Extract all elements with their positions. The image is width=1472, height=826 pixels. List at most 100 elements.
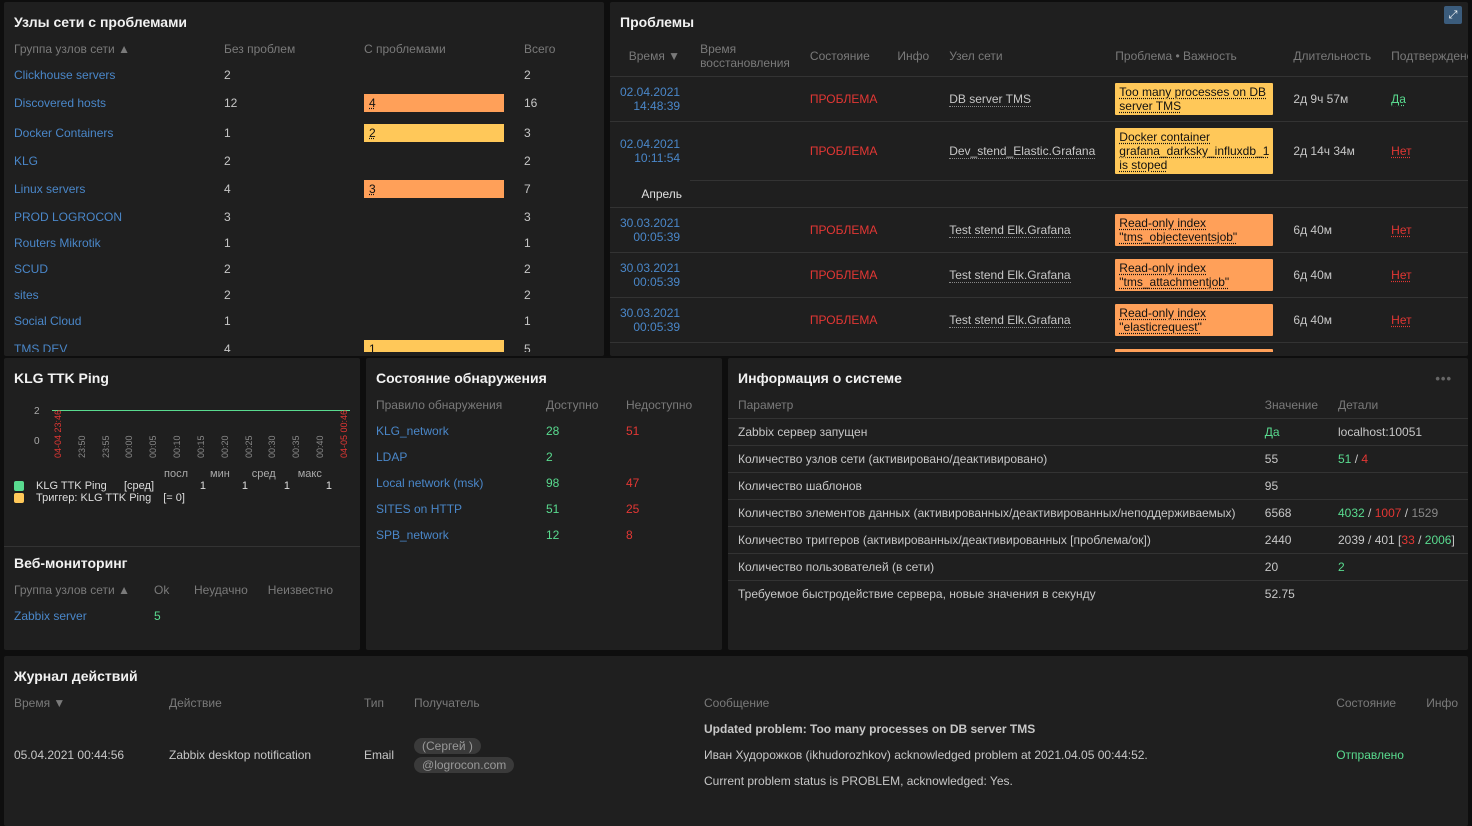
table-header-row: Время ▼ Время восстановления Состояние И… (610, 36, 1468, 77)
col-state[interactable]: Состояние (1326, 690, 1416, 716)
problem-name[interactable]: Too many processes on DB server TMS (1105, 77, 1283, 122)
fullscreen-icon[interactable]: ⤢ (1444, 6, 1462, 24)
problem-host-link[interactable]: Test stend Elk.Grafana (939, 297, 1105, 342)
problem-time-link[interactable]: 02.04.2021 10:11:54 (610, 122, 690, 181)
hostgroup-link[interactable]: Routers Mikrotik (4, 230, 214, 256)
problem-ack-link[interactable]: Нет (1381, 122, 1468, 181)
col-action[interactable]: Действие (159, 690, 354, 716)
problems-bar[interactable]: 1 (354, 334, 514, 352)
problem-host-link[interactable]: Test stend Elk.Grafana (939, 252, 1105, 297)
problem-time-link[interactable]: 30.03.2021 00:05:39 (610, 207, 690, 252)
rule-link[interactable]: SITES on HTTP (366, 496, 536, 522)
col-info[interactable]: Инфо (1416, 690, 1468, 716)
table-row: Количество пользователей (в сети) 20 2 (728, 554, 1468, 581)
rule-link[interactable]: Local network (msk) (366, 470, 536, 496)
col-state[interactable]: Состояние (800, 36, 887, 77)
col-total[interactable]: Всего (514, 36, 604, 62)
problem-name[interactable]: Read-only index "elasticrequest" (1105, 297, 1283, 342)
col-duration[interactable]: Длительность (1283, 36, 1381, 77)
table-row: Discovered hosts 12 4 16 (4, 88, 604, 118)
problem-ack-link[interactable]: Да (1381, 77, 1468, 122)
hostgroup-link[interactable]: sites (4, 282, 214, 308)
problem-ack-link[interactable]: Нет (1381, 297, 1468, 342)
problem-time-link[interactable]: 02.04.2021 14:48:39 (610, 77, 690, 122)
problem-name[interactable]: Read-only index "tms_objecteventsjob" (1105, 207, 1283, 252)
rule-link[interactable]: KLG_network (366, 418, 536, 444)
info-value: Да (1255, 419, 1328, 446)
chart-line-series (52, 410, 350, 411)
col-noproblems[interactable]: Без проблем (214, 36, 354, 62)
problems-bar[interactable]: 3 (354, 174, 514, 204)
problem-name[interactable]: Read-only index "tms_attachmentjob" (1105, 252, 1283, 297)
col-problems[interactable]: С проблемами (354, 36, 514, 62)
hostgroup-link[interactable]: TMS DEV (4, 334, 214, 352)
total-count: 2 (514, 148, 604, 174)
col-info[interactable]: Инфо (887, 36, 939, 77)
hostgroup-link[interactable]: Linux servers (4, 174, 214, 204)
problem-host-link[interactable]: Test stend Elk.Grafana (939, 342, 1105, 352)
log-state: Отправлено (1326, 716, 1416, 794)
col-unknown[interactable]: Неизвестно (258, 577, 360, 603)
info-value: 20 (1255, 554, 1328, 581)
col-hostgroup[interactable]: Группа узлов сети ▲ (4, 577, 144, 603)
col-time[interactable]: Время ▼ (610, 36, 690, 77)
problems-bar (354, 204, 514, 230)
col-time[interactable]: Время ▼ (4, 690, 159, 716)
info-value: 95 (1255, 473, 1328, 500)
col-message[interactable]: Сообщение (694, 690, 1326, 716)
hostgroup-link[interactable]: PROD LOGROCON (4, 204, 214, 230)
problem-ack-link[interactable]: Нет (1381, 252, 1468, 297)
problem-name[interactable]: Docker container grafana_darksky_influxd… (1105, 122, 1283, 181)
table-header-row: Группа узлов сети ▲ Без проблем С пробле… (4, 36, 604, 62)
col-type[interactable]: Тип (354, 690, 404, 716)
chart-tick: 00:30 (267, 446, 277, 458)
problem-time-link[interactable]: 30.03.2021 00:05:39 (610, 297, 690, 342)
problem-host-link[interactable]: DB server TMS (939, 77, 1105, 122)
table-row: SITES on HTTP 51 25 (366, 496, 722, 522)
col-down[interactable]: Недоступно (616, 392, 722, 418)
col-ok[interactable]: Ok (144, 577, 184, 603)
col-param[interactable]: Параметр (728, 392, 1255, 419)
col-rule[interactable]: Правило обнаружения (366, 392, 536, 418)
problem-time-link[interactable]: 30.03.2021 00:05:39 (610, 252, 690, 297)
col-hostgroup[interactable]: Группа узлов сети ▲ (4, 36, 214, 62)
table-row: 30.03.2021 00:05:39 ПРОБЛЕМА Test stend … (610, 342, 1468, 352)
menu-dots-icon[interactable]: ••• (1429, 371, 1458, 386)
hostgroup-link[interactable]: Docker Containers (4, 118, 214, 148)
problem-time-link[interactable]: 30.03.2021 00:05:39 (610, 342, 690, 352)
hostgroup-link[interactable]: Discovered hosts (4, 88, 214, 118)
col-recovery[interactable]: Время восстановления (690, 36, 800, 77)
hostgroup-link[interactable]: Clickhouse servers (4, 62, 214, 88)
rule-link[interactable]: LDAP (366, 444, 536, 470)
problem-ack-link[interactable]: Нет (1381, 207, 1468, 252)
log-action: Zabbix desktop notification (159, 716, 354, 794)
problem-duration: 2д 14ч 34м (1283, 122, 1381, 181)
col-problem[interactable]: Проблема • Важность (1105, 36, 1283, 77)
problem-duration: 6д 40м (1283, 207, 1381, 252)
chart-tick: 00:20 (220, 446, 230, 458)
problem-host-link[interactable]: Test stend Elk.Grafana (939, 207, 1105, 252)
col-host[interactable]: Узел сети (939, 36, 1105, 77)
hostgroup-link[interactable]: SCUD (4, 256, 214, 282)
hostgroup-link[interactable]: KLG (4, 148, 214, 174)
table-header-row: Время ▼ Действие Тип Получатель Сообщени… (4, 690, 1468, 716)
col-failed[interactable]: Неудачно (184, 577, 258, 603)
col-ack[interactable]: Подтверждено (1381, 36, 1468, 77)
hostgroup-link[interactable]: Social Cloud (4, 308, 214, 334)
total-count: 1 (514, 308, 604, 334)
col-details[interactable]: Детали (1328, 392, 1468, 419)
col-up[interactable]: Доступно (536, 392, 616, 418)
problem-ack-link[interactable]: Нет (1381, 342, 1468, 352)
rule-link[interactable]: SPB_network (366, 522, 536, 548)
log-table: Время ▼ Действие Тип Получатель Сообщени… (4, 690, 1468, 794)
problems-bar[interactable]: 2 (354, 118, 514, 148)
problem-host-link[interactable]: Dev_stend_Elastic.Grafana (939, 122, 1105, 181)
problem-name[interactable]: Read-only index ".kibana_task_manager" (1105, 342, 1283, 352)
hostgroup-link[interactable]: Zabbix server (4, 603, 144, 629)
up-count: 51 (536, 496, 616, 522)
problems-bar[interactable]: 4 (354, 88, 514, 118)
col-value[interactable]: Значение (1255, 392, 1328, 419)
col-recipient[interactable]: Получатель (404, 690, 694, 716)
problem-duration: 6д 40м (1283, 252, 1381, 297)
noproblems-count: 2 (214, 282, 354, 308)
